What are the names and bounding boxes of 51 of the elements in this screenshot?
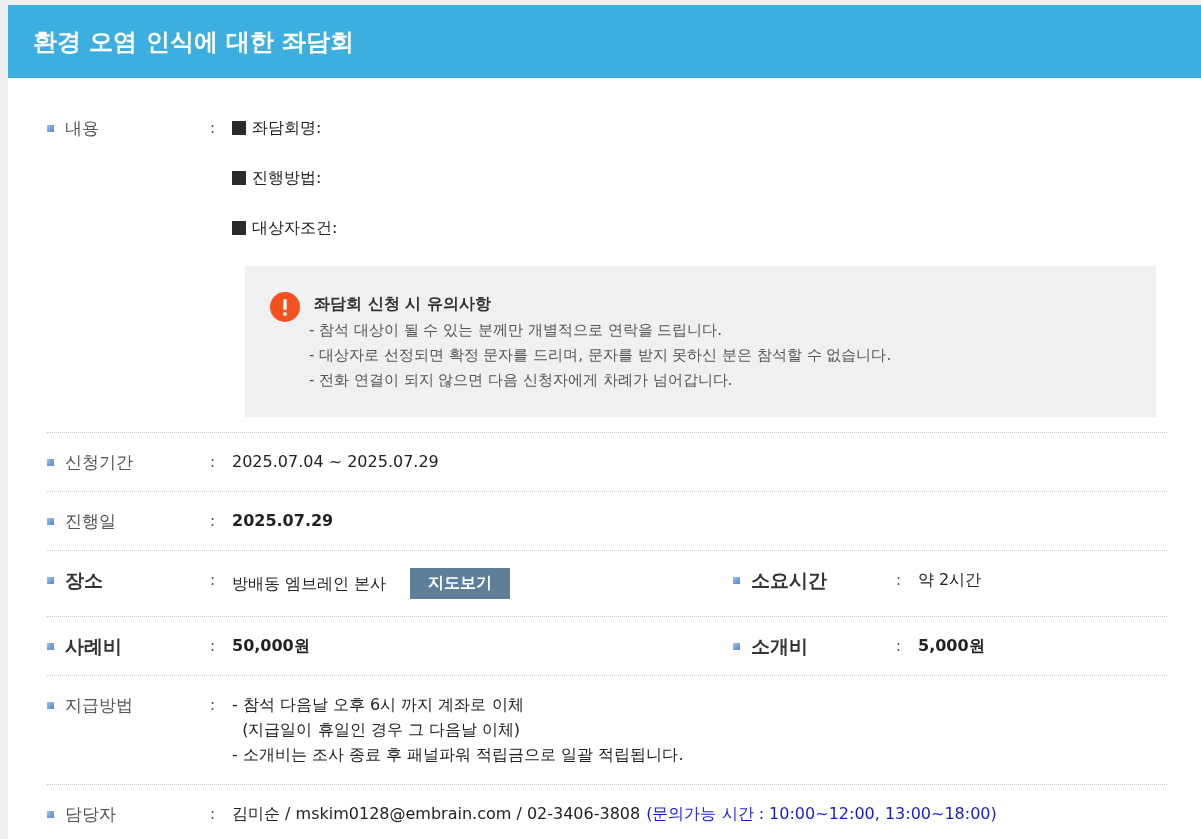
field-value: 50,000원: [232, 635, 310, 657]
field-label: 사례비: [65, 634, 122, 658]
notice-text: - 대상자로 선정되면 확정 문자를 드리며, 문자를 받지 못하신 분은 참석할 수 없습니다.: [309, 345, 892, 366]
field-value: 2025.07.04 ~ 2025.07.29: [232, 451, 439, 473]
warning-icon: [270, 292, 300, 322]
bullet-icon: [47, 810, 54, 818]
field-value: 5,000원: [918, 635, 985, 657]
colon: :: [210, 118, 217, 139]
field-value: 김미순 / mskim0128@embrain.com / 02-3406-3808: [232, 803, 641, 825]
notice-title: 좌담회 신청 시 유의사항: [314, 293, 492, 315]
colon: :: [210, 570, 217, 591]
notice-text: - 참석 대상이 될 수 있는 분께만 개별적으로 연락을 드립니다.: [309, 320, 724, 341]
field-value: 방배동 엠브레인 본사: [232, 572, 387, 595]
square-icon: [232, 121, 246, 135]
square-icon: [232, 221, 246, 235]
field-value: 좌담회명:: [252, 117, 322, 139]
bullet-icon: [47, 458, 54, 466]
field-label: 장소: [65, 568, 103, 592]
field-value: (지급일이 휴일인 경우 그 다음날 이체): [241, 719, 521, 741]
bullet-icon: [47, 517, 54, 525]
field-label: 신청기간: [65, 451, 133, 474]
field-value: 약 2시간: [918, 569, 982, 591]
field-label: 진행일: [65, 510, 116, 533]
colon: :: [210, 636, 217, 657]
field-label: 소요시간: [751, 568, 827, 592]
field-label: 내용: [65, 117, 99, 140]
hours-note: (문의가능 시간 : 10:00~12:00, 13:00~18:00): [646, 803, 997, 825]
colon: :: [210, 804, 217, 825]
notice-text: - 전화 연결이 되지 않으면 다음 신청자에게 차례가 넘어갑니다.: [309, 370, 734, 391]
page-title: 환경 오염 인식에 대한 좌담회: [33, 26, 355, 58]
field-value: 2025.07.29: [232, 510, 334, 532]
field-value: - 참석 다음날 오후 6시 까지 계좌로 이체: [232, 694, 524, 716]
colon: :: [210, 695, 217, 716]
field-label: 지급방법: [65, 694, 133, 717]
bullet-icon: [47, 642, 54, 650]
bullet-icon: [47, 701, 54, 709]
field-value: - 소개비는 조사 종료 후 패널파워 적립금으로 일괄 적립됩니다.: [232, 744, 684, 766]
bullet-icon: [733, 642, 740, 650]
colon: :: [210, 511, 217, 532]
map-button[interactable]: 지도보기: [410, 568, 511, 599]
field-label: 담당자: [65, 803, 116, 826]
colon: :: [896, 570, 903, 591]
field-value: 대상자조건:: [252, 217, 338, 239]
bullet-icon: [47, 124, 54, 132]
bullet-icon: [733, 576, 740, 584]
field-label: 소개비: [751, 634, 808, 658]
colon: :: [896, 636, 903, 657]
bullet-icon: [47, 576, 54, 584]
field-value: 진행방법:: [252, 167, 322, 189]
colon: :: [210, 452, 217, 473]
square-icon: [232, 171, 246, 185]
